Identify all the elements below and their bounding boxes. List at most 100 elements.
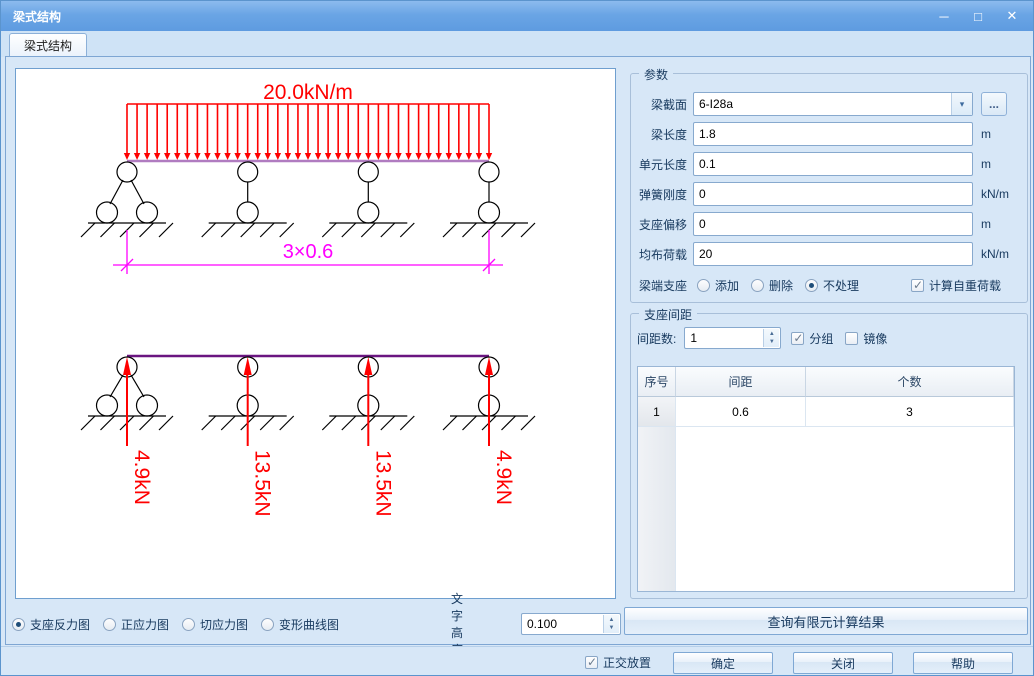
svg-text:20.0kN/m: 20.0kN/m [263,81,353,104]
ortho-place-option[interactable]: 正交放置 [585,654,651,671]
self-weight-label: 计算自重荷载 [924,277,1001,294]
col-header-count[interactable]: 个数 [806,367,1014,397]
radio-reaction-icon[interactable] [12,618,25,631]
beam-length-value: 1.8 [699,127,716,141]
radio-normal-stress-label: 正应力图 [116,616,169,633]
spring-stiffness-unit: kN/m [973,187,1009,201]
beam-length-label: 梁长度 [631,126,693,143]
stepper-arrows-icon[interactable]: ▲▼ [603,615,619,633]
chevron-down-icon[interactable]: ▾ [951,93,972,115]
radio-shear-stress-icon[interactable] [182,618,195,631]
element-length-value: 0.1 [699,157,716,171]
maximize-icon[interactable]: □ [961,1,995,31]
radio-shear-stress-label: 切应力图 [195,616,248,633]
radio-delete-support[interactable] [751,279,764,292]
radio-deformation-label: 变形曲线图 [274,616,339,633]
view-options-row: 支座反力图 正应力图 切应力图 变形曲线图 文字高度: 0.100 ▲▼ [12,613,352,635]
spring-stiffness-label: 弹簧刚度 [631,186,693,203]
support-offset-input[interactable]: 0 [693,212,973,236]
row-spacing-cell[interactable]: 0.6 [676,397,806,427]
text-height-stepper[interactable]: 0.100 ▲▼ [521,613,621,635]
distributed-load-value: 20 [699,247,712,261]
window-controls: ─ □ ✕ [927,1,1029,31]
radio-no-process-support[interactable] [805,279,818,292]
element-length-unit: m [973,157,991,171]
col-header-no[interactable]: 序号 [638,367,676,397]
radio-add-support-label: 添加 [710,277,739,294]
support-offset-unit: m [973,217,991,231]
beam-diagram: 20.0kN/m3×0.64.9kN13.5kN13.5kN4.9kN [16,69,615,598]
mirror-checkbox[interactable] [845,332,858,345]
svg-text:4.9kN: 4.9kN [492,450,515,505]
spacing-count-stepper[interactable]: 1 ▲▼ [684,327,781,349]
ortho-place-checkbox[interactable] [585,656,598,669]
row-no-cell: 1 [638,397,676,427]
radio-normal-stress-diagram[interactable]: 正应力图 [103,616,169,633]
text-height-value: 0.100 [527,617,557,631]
params-group-label: 参数 [639,66,673,83]
spacing-group: 支座间距 间距数: 1 ▲▼ 分组 镜像 序号 间距 个数 [630,313,1028,599]
col-header-spacing[interactable]: 间距 [676,367,806,397]
group-checkbox[interactable] [791,332,804,345]
text-height-label: 文字高度: [451,613,466,635]
beam-end-support-row: 梁端支座 添加 删除 不处理 计算自重荷载 [631,273,1027,297]
stepper-arrows-icon[interactable]: ▲▼ [763,329,779,347]
tab-label: 梁式结构 [24,37,72,54]
params-group: 参数 梁截面 6-I28a ▾ ... 梁长度 1.8 m 单元长度 0. [630,73,1028,303]
beam-length-unit: m [973,127,991,141]
spacing-count-label: 间距数: [637,330,676,347]
distributed-load-unit: kN/m [973,247,1009,261]
spacing-group-label: 支座间距 [639,306,697,323]
query-fem-result-button[interactable]: 查询有限元计算结果 [624,607,1028,635]
radio-reaction-diagram[interactable]: 支座反力图 [12,616,90,633]
help-button[interactable]: 帮助 [913,652,1013,674]
tab-beam-structure[interactable]: 梁式结构 [9,33,87,57]
beam-length-input[interactable]: 1.8 [693,122,973,146]
spring-stiffness-value: 0 [699,187,706,201]
close-button[interactable]: 关闭 [793,652,893,674]
radio-no-process-support-label: 不处理 [818,277,859,294]
title-bar: 梁式结构 ─ □ ✕ [1,1,1033,31]
ortho-place-label: 正交放置 [598,654,651,671]
element-length-input[interactable]: 0.1 [693,152,973,176]
radio-shear-stress-diagram[interactable]: 切应力图 [182,616,248,633]
spacing-table: 序号 间距 个数 1 0.6 3 [637,366,1015,592]
svg-text:13.5kN: 13.5kN [251,450,274,517]
field-row-length: 梁长度 1.8 m [631,122,1027,146]
dialog-window: 梁式结构 ─ □ ✕ 梁式结构 20.0kN/m 3×0.6 4.9kN 13.5kN… [0,0,1034,676]
minimize-icon[interactable]: ─ [927,1,961,31]
radio-delete-support-label: 删除 [764,277,793,294]
radio-deformation-icon[interactable] [261,618,274,631]
section-combobox[interactable]: 6-I28a ▾ [693,92,973,116]
spring-stiffness-input[interactable]: 0 [693,182,973,206]
table-row[interactable]: 1 0.6 3 [638,397,1014,427]
window-title: 梁式结构 [1,8,61,25]
close-icon[interactable]: ✕ [995,1,1029,31]
radio-reaction-label: 支座反力图 [25,616,90,633]
spacing-table-header: 序号 间距 个数 [638,367,1014,397]
section-label: 梁截面 [631,96,693,113]
support-offset-value: 0 [699,217,706,231]
radio-add-support[interactable] [697,279,710,292]
self-weight-checkbox[interactable] [911,279,924,292]
element-length-label: 单元长度 [631,156,693,173]
tab-page: 20.0kN/m3×0.64.9kN13.5kN13.5kN4.9kN 参数 梁… [5,56,1031,645]
tab-strip: 梁式结构 [1,31,1033,57]
row-count-cell[interactable]: 3 [806,397,1014,427]
distributed-load-label: 均布荷载 [631,246,693,263]
radio-deformation-curve[interactable]: 变形曲线图 [261,616,339,633]
field-row-element-length: 单元长度 0.1 m [631,152,1027,176]
beam-drawing-canvas[interactable]: 20.0kN/m3×0.64.9kN13.5kN13.5kN4.9kN [15,68,616,599]
ok-button[interactable]: 确定 [673,652,773,674]
section-value: 6-I28a [699,97,733,111]
spacing-count-row: 间距数: 1 ▲▼ 分组 镜像 [637,326,887,350]
support-offset-label: 支座偏移 [631,216,693,233]
field-row-distributed-load: 均布荷载 20 kN/m [631,242,1027,266]
section-more-button[interactable]: ... [981,92,1007,116]
radio-normal-stress-icon[interactable] [103,618,116,631]
svg-text:13.5kN: 13.5kN [371,450,394,517]
table-row-header-strip [638,427,676,591]
svg-text:3×0.6: 3×0.6 [283,241,334,263]
group-checkbox-label: 分组 [804,330,833,347]
distributed-load-input[interactable]: 20 [693,242,973,266]
